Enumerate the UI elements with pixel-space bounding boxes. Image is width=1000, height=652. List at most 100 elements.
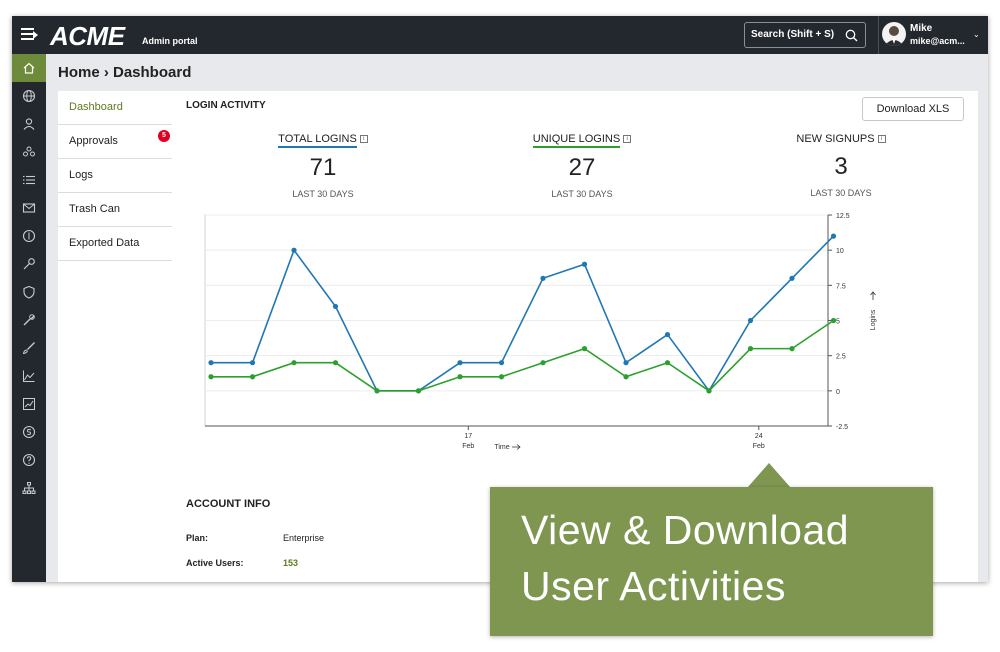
app-subtitle: Admin portal bbox=[142, 36, 198, 46]
breadcrumb: Home › Dashboard bbox=[58, 64, 192, 81]
nav-users[interactable] bbox=[12, 138, 46, 166]
data-point bbox=[581, 261, 588, 267]
secondary-nav: Dashboard Approvals 5 Logs Trash Can Expo… bbox=[58, 91, 172, 582]
data-point bbox=[457, 360, 463, 366]
area-chart-icon bbox=[23, 370, 35, 382]
nav-org[interactable] bbox=[12, 474, 46, 502]
data-point bbox=[789, 275, 795, 281]
subnav-item-dashboard[interactable]: Dashboard bbox=[58, 91, 172, 125]
nav-analytics[interactable] bbox=[12, 390, 46, 418]
x-tick-day: 17 bbox=[464, 433, 472, 440]
subnav-item-trash-can[interactable]: Trash Can bbox=[58, 193, 172, 227]
info-icon[interactable]: i bbox=[359, 135, 368, 143]
trend-chart-icon bbox=[23, 398, 35, 410]
stat-label-text: NEW SIGNUPS bbox=[796, 133, 875, 145]
account-info-title: ACCOUNT INFO bbox=[186, 498, 271, 510]
home-icon bbox=[23, 62, 35, 74]
x-axis-arrow bbox=[512, 444, 521, 450]
search-box[interactable]: Search (Shift + S) bbox=[744, 22, 866, 48]
y-tick-label: 0 bbox=[836, 389, 840, 396]
login-activity-chart: 12.5 10 7.5 5 2.5 0 -2.5 17 Feb 24 Feb Time Logins bbox=[204, 213, 877, 451]
data-point bbox=[498, 374, 505, 380]
callout-line-2: User Activities bbox=[521, 563, 786, 609]
user-name[interactable]: Mike bbox=[910, 23, 932, 34]
search-icon[interactable] bbox=[845, 29, 858, 42]
chevron-down-icon[interactable]: ⌄ bbox=[973, 30, 980, 39]
nav-security[interactable] bbox=[12, 278, 46, 306]
stat-label[interactable]: UNIQUE LOGINS bbox=[532, 133, 621, 148]
stat-label: NEW SIGNUPS bbox=[796, 133, 874, 146]
count-badge: 5 bbox=[158, 130, 170, 142]
nav-home[interactable] bbox=[12, 54, 46, 82]
stat-value: 71 bbox=[309, 154, 337, 181]
stat-label-text: UNIQUE LOGINS bbox=[532, 133, 621, 145]
stat-new-signups: NEW SIGNUPS i 3 LAST 30 DAYS bbox=[766, 129, 916, 198]
nav-help[interactable] bbox=[12, 446, 46, 474]
stat-period: LAST 30 DAYS bbox=[292, 189, 354, 199]
data-point bbox=[706, 388, 712, 394]
active-users-value[interactable]: 153 bbox=[283, 558, 298, 568]
stat-label[interactable]: TOTAL LOGINS bbox=[278, 133, 357, 148]
search-label: Search (Shift + S) bbox=[751, 29, 835, 40]
nav-billing[interactable] bbox=[12, 222, 46, 250]
help-icon bbox=[22, 453, 36, 467]
data-point bbox=[498, 360, 505, 366]
data-point bbox=[581, 346, 588, 352]
y-tick-label: 2.5 bbox=[836, 354, 846, 361]
globe-icon bbox=[22, 89, 36, 103]
currency-icon bbox=[22, 425, 36, 439]
subnav-item-approvals[interactable]: Approvals 5 bbox=[58, 125, 172, 159]
callout-line-1: View & Download bbox=[521, 507, 850, 553]
data-point bbox=[208, 374, 214, 380]
icon-sidebar bbox=[12, 54, 46, 582]
subnav-item-label: Trash Can bbox=[69, 203, 120, 215]
data-point bbox=[208, 360, 214, 366]
data-point bbox=[540, 275, 546, 281]
y-tick-label: 10 bbox=[836, 248, 844, 255]
subnav-item-exported-data[interactable]: Exported Data bbox=[58, 227, 172, 261]
users-icon bbox=[23, 146, 35, 157]
info-icon[interactable]: i bbox=[877, 135, 886, 143]
data-point bbox=[415, 388, 422, 394]
mail-icon bbox=[22, 203, 36, 213]
data-point bbox=[457, 374, 463, 380]
data-point bbox=[664, 331, 671, 338]
x-tick-day: 24 bbox=[755, 433, 763, 440]
avatar[interactable] bbox=[882, 22, 906, 46]
nav-reports[interactable] bbox=[12, 362, 46, 390]
data-point bbox=[830, 317, 837, 324]
app-logo[interactable]: ACME bbox=[50, 21, 125, 52]
x-tick-month: Feb bbox=[753, 443, 765, 450]
data-point bbox=[540, 360, 546, 366]
section-title: LOGIN ACTIVITY bbox=[186, 100, 266, 111]
nav-tools[interactable] bbox=[12, 306, 46, 334]
data-point bbox=[623, 360, 629, 366]
info-icon[interactable]: i bbox=[623, 135, 632, 143]
nav-keys[interactable] bbox=[12, 250, 46, 278]
nav-mail[interactable] bbox=[12, 194, 46, 222]
data-point bbox=[664, 360, 671, 366]
y-tick-label: 7.5 bbox=[836, 283, 846, 290]
nav-customize[interactable] bbox=[12, 334, 46, 362]
data-point bbox=[249, 374, 256, 380]
divider bbox=[878, 16, 879, 54]
menu-toggle-icon[interactable] bbox=[21, 28, 38, 42]
data-point bbox=[747, 317, 754, 324]
data-point bbox=[374, 388, 380, 394]
download-xls-button[interactable]: Download XLS bbox=[862, 97, 964, 121]
nav-globe[interactable] bbox=[12, 82, 46, 110]
nav-list[interactable] bbox=[12, 166, 46, 194]
subnav-item-logs[interactable]: Logs bbox=[58, 159, 172, 193]
nav-user[interactable] bbox=[12, 110, 46, 138]
user-email[interactable]: mike@acm... bbox=[910, 36, 965, 46]
y-axis-title: Logins bbox=[870, 309, 877, 330]
sitemap-icon bbox=[22, 482, 36, 494]
data-point bbox=[291, 360, 297, 366]
stat-total-logins: TOTAL LOGINS i 71 LAST 30 DAYS bbox=[248, 129, 398, 199]
nav-payments[interactable] bbox=[12, 418, 46, 446]
data-point bbox=[789, 346, 795, 352]
active-users-label: Active Users: bbox=[186, 558, 244, 568]
list-icon bbox=[23, 175, 35, 185]
promo-callout: View & Download User Activities bbox=[490, 487, 933, 636]
dollar-circle-icon bbox=[22, 229, 36, 243]
